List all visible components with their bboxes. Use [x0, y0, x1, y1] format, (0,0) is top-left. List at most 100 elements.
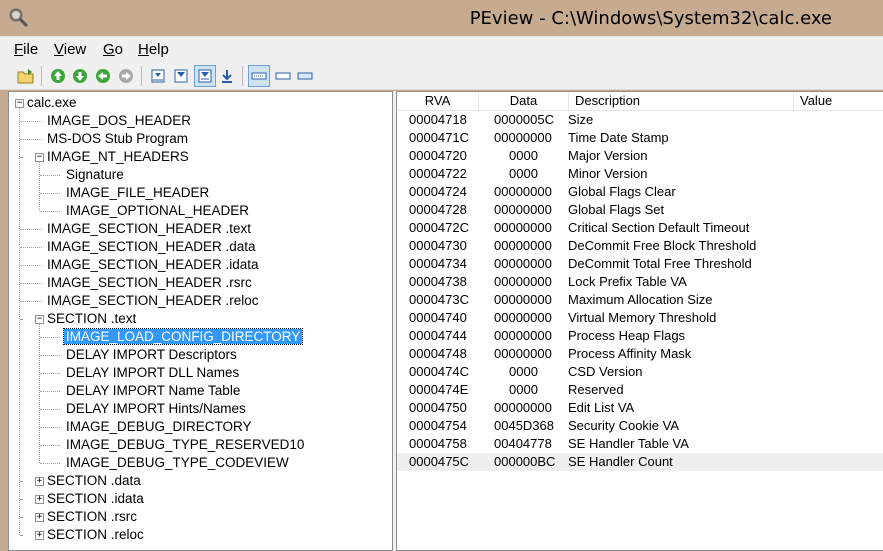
tree-item[interactable]: calc.exe [25, 94, 79, 112]
menu-go[interactable]: Go [103, 41, 123, 58]
collapse-icon[interactable]: − [35, 315, 44, 324]
rva-cell: 0000471C [409, 130, 469, 145]
tree-item[interactable]: IMAGE_SECTION_HEADER .reloc [45, 292, 261, 310]
tree-item[interactable]: IMAGE_LOAD_CONFIG_DIRECTORY [62, 328, 304, 346]
tree-item[interactable]: IMAGE_SECTION_HEADER .text [45, 220, 253, 238]
table-row[interactable]: 00004720 0000 Major Version [397, 147, 883, 165]
tree-item[interactable]: DELAY IMPORT DLL Names [64, 364, 241, 382]
tree-item[interactable]: IMAGE_OPTIONAL_HEADER [64, 202, 251, 220]
tree-item[interactable]: SECTION .reloc [45, 526, 146, 544]
go-up-icon[interactable] [47, 65, 69, 87]
tree-item[interactable]: SECTION .rsrc [45, 508, 139, 526]
table-row[interactable]: 0000474C 0000 CSD Version [397, 363, 883, 381]
table-row[interactable]: 00004728 00000000 Global Flags Set [397, 201, 883, 219]
expand-icon[interactable]: + [35, 513, 44, 522]
tree-item[interactable]: SECTION .text [45, 310, 138, 328]
title-bar[interactable]: PEview - C:\Windows\System32\calc.exe [0, 0, 883, 36]
table-row[interactable]: 0000471C 00000000 Time Date Stamp [397, 129, 883, 147]
open-file-icon[interactable] [15, 65, 37, 87]
table-row[interactable]: 00004718 0000005C Size [397, 111, 883, 129]
tree-item-label: IMAGE_DEBUG_TYPE_CODEVIEW [66, 455, 289, 470]
tree-item[interactable]: SECTION .idata [45, 490, 146, 508]
tree-item[interactable]: IMAGE_SECTION_HEADER .rsrc [45, 274, 254, 292]
tree-item[interactable]: IMAGE_DEBUG_TYPE_RESERVED10 [64, 436, 306, 454]
description-cell: SE Handler Table VA [568, 436, 689, 451]
rva-cell: 00004728 [409, 202, 467, 217]
table-row[interactable]: 0000473C 00000000 Maximum Allocation Size [397, 291, 883, 309]
toolbar [0, 62, 883, 90]
tree-item-label: SECTION .text [47, 311, 137, 326]
go-down-icon[interactable] [69, 65, 91, 87]
column-header-rva[interactable]: RVA [397, 92, 479, 111]
table-row[interactable]: 00004744 00000000 Process Heap Flags [397, 327, 883, 345]
table-row[interactable]: 00004722 0000 Minor Version [397, 165, 883, 183]
tree-item[interactable]: SECTION .data [45, 472, 143, 490]
tree-item[interactable]: IMAGE_SECTION_HEADER .data [45, 238, 258, 256]
tree-item[interactable]: IMAGE_DOS_HEADER [45, 112, 193, 130]
data-cell: 00000000 [494, 310, 552, 325]
structure-tree[interactable]: − calc.exe IMAGE_DOS_HEADER MS-DOS Stub Pro… [8, 91, 393, 551]
view-qword-icon[interactable] [216, 65, 238, 87]
description-cell: Major Version [568, 148, 648, 163]
expand-icon[interactable]: + [35, 531, 44, 540]
window-title: PEview - C:\Windows\System32\calc.exe [469, 8, 832, 29]
data-cell: 00000000 [494, 328, 552, 343]
tree-item[interactable]: IMAGE_SECTION_HEADER .idata [45, 256, 261, 274]
tree-item-label: Signature [66, 167, 124, 182]
view-small-icon[interactable] [294, 65, 316, 87]
rva-cell: 0000472C [409, 220, 469, 235]
tree-item[interactable]: IMAGE_NT_HEADERS [45, 148, 191, 166]
tree-item[interactable]: IMAGE_FILE_HEADER [64, 184, 211, 202]
expand-icon[interactable]: + [35, 495, 44, 504]
table-row[interactable]: 00004758 00404778 SE Handler Table VA [397, 435, 883, 453]
tree-item[interactable]: DELAY IMPORT Hints/Names [64, 400, 248, 418]
tree-item-label: IMAGE_NT_HEADERS [47, 149, 189, 164]
table-row[interactable]: 0000475C 000000BC SE Handler Count [397, 453, 883, 471]
table-row[interactable]: 00004750 00000000 Edit List VA [397, 399, 883, 417]
expand-icon[interactable]: + [35, 477, 44, 486]
tree-item[interactable]: DELAY IMPORT Descriptors [64, 346, 239, 364]
go-forward-icon[interactable] [115, 65, 137, 87]
table-row[interactable]: 00004734 00000000 DeCommit Total Free Thre… [397, 255, 883, 273]
view-word-icon[interactable] [170, 65, 192, 87]
column-header-data[interactable]: Data [479, 92, 569, 111]
view-details-icon[interactable] [248, 65, 270, 87]
data-cell: 0000 [509, 364, 538, 379]
view-byte-icon[interactable] [147, 65, 169, 87]
go-back-icon[interactable] [92, 65, 114, 87]
tree-item[interactable]: MS-DOS Stub Program [45, 130, 190, 148]
table-row[interactable]: 00004730 00000000 DeCommit Free Block Thre… [397, 237, 883, 255]
menu-view[interactable]: View [54, 41, 86, 58]
magnifier-app-icon[interactable] [8, 7, 30, 29]
tree-item[interactable]: IMAGE_DEBUG_TYPE_CODEVIEW [64, 454, 291, 472]
view-list-icon[interactable] [272, 65, 294, 87]
data-cell: 000000BC [494, 454, 556, 469]
table-row[interactable]: 00004738 00000000 Lock Prefix Table VA [397, 273, 883, 291]
data-cell: 00000000 [494, 256, 552, 271]
tree-item-label: IMAGE_FILE_HEADER [66, 185, 210, 200]
data-cell: 0000005C [494, 112, 554, 127]
table-row[interactable]: 0000472C 00000000 Critical Section Default… [397, 219, 883, 237]
menu-bar: File View Go Help [0, 36, 883, 62]
tree-item[interactable]: IMAGE_DEBUG_DIRECTORY [64, 418, 254, 436]
tree-item[interactable]: DELAY IMPORT Name Table [64, 382, 242, 400]
table-row[interactable]: 00004748 00000000 Process Affinity Mask [397, 345, 883, 363]
table-row[interactable]: 00004754 0045D368 Security Cookie VA [397, 417, 883, 435]
column-header-value[interactable]: Value [794, 92, 883, 111]
table-row[interactable]: 00004724 00000000 Global Flags Clear [397, 183, 883, 201]
tree-item-label: DELAY IMPORT Descriptors [66, 347, 237, 362]
menu-help[interactable]: Help [138, 41, 169, 58]
collapse-icon[interactable]: − [15, 99, 24, 108]
table-row[interactable]: 00004740 00000000 Virtual Memory Threshold [397, 309, 883, 327]
field-list[interactable]: RVA Data Description Value 00004718 0000005C S… [396, 91, 883, 551]
description-cell: Security Cookie VA [568, 418, 680, 433]
data-cell: 00000000 [494, 274, 552, 289]
tree-item[interactable]: Signature [64, 166, 126, 184]
collapse-icon[interactable]: − [35, 153, 44, 162]
view-dword-icon[interactable] [194, 65, 216, 87]
description-cell: DeCommit Free Block Threshold [568, 238, 757, 253]
column-header-description[interactable]: Description [569, 92, 794, 111]
description-cell: Minor Version [568, 166, 648, 181]
table-row[interactable]: 0000474E 0000 Reserved [397, 381, 883, 399]
menu-file[interactable]: File [14, 41, 38, 58]
